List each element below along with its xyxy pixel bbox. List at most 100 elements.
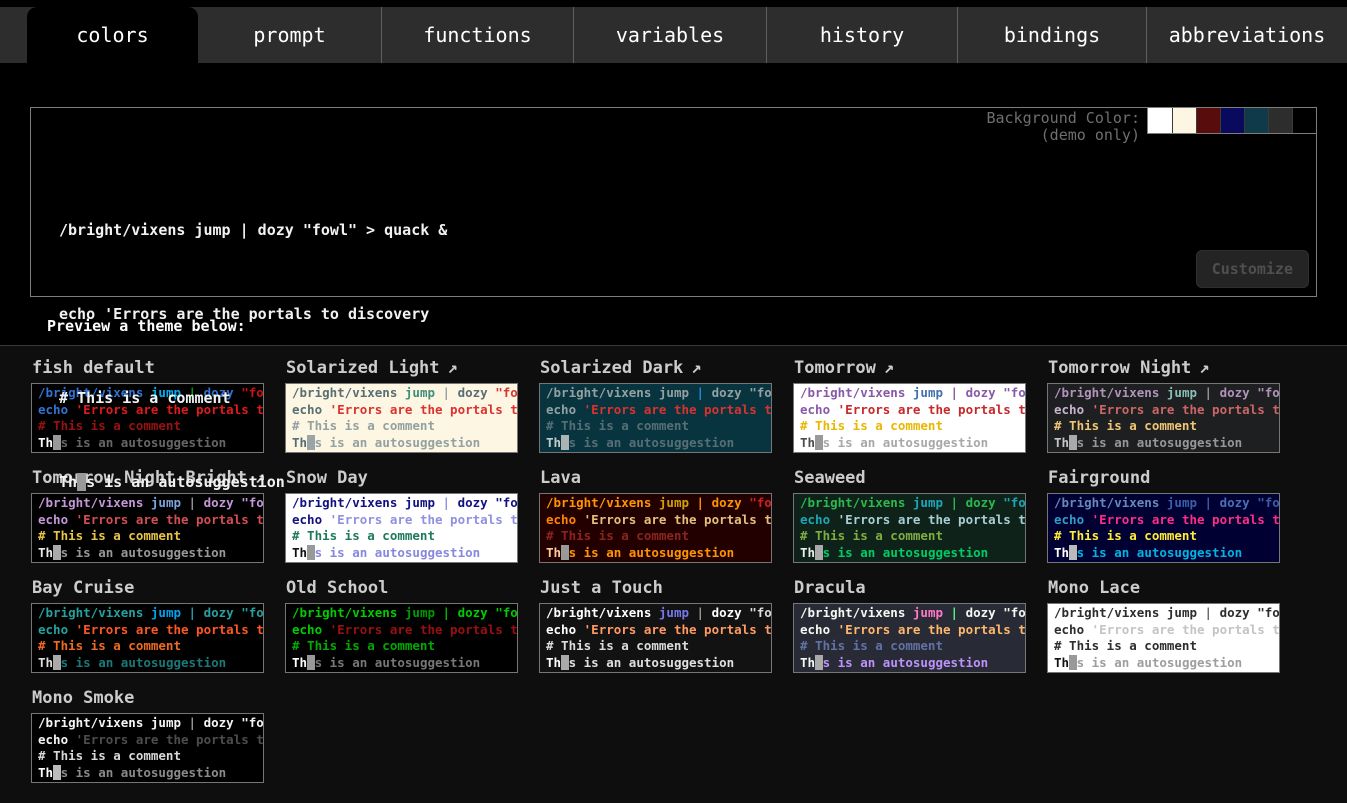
color-swatch-white[interactable] (1148, 108, 1172, 133)
sample-line-command: /bright/vixens jump | dozy "fowl" > quac… (800, 495, 1019, 512)
sample-line-quote: echo 'Errors are the portals to discover… (800, 402, 1019, 419)
theme-card-seaweed[interactable]: Seaweed/bright/vixens jump | dozy "fowl"… (793, 466, 1026, 563)
sample-line-autosuggestion: This is an autosuggestion (1054, 655, 1273, 672)
code-token: Th (546, 655, 561, 670)
theme-sample-box[interactable]: /bright/vixens jump | dozy "fowl" > quac… (539, 603, 772, 673)
code-token: "fowl" > quack & (234, 605, 264, 620)
code-token: /bright/vixens (292, 605, 405, 620)
code-token: echo (546, 622, 584, 637)
cursor-block: i (53, 765, 61, 780)
sample-line-autosuggestion: This is an autosuggestion (546, 435, 765, 452)
code-token: # This is a comment (1054, 418, 1197, 433)
sample-line-quote: echo 'Errors are the portals to discover… (1054, 622, 1273, 639)
code-token: Th (38, 545, 53, 560)
tab-prompt[interactable]: prompt (198, 7, 381, 63)
theme-sample-box[interactable]: /bright/vixens jump | dozy "fowl" > quac… (539, 383, 772, 453)
theme-card-lava[interactable]: Lava/bright/vixens jump | dozy "fowl" > … (539, 466, 772, 563)
theme-title: Seaweed (794, 468, 1026, 488)
theme-card-fairground[interactable]: Fairground/bright/vixens jump | dozy "fo… (1047, 466, 1280, 563)
code-token: echo (800, 402, 838, 417)
code-token: | (435, 605, 458, 620)
theme-sample-box[interactable]: /bright/vixens jump | dozy "fowl" > quac… (285, 603, 518, 673)
code-token: 'Errors are the portals to discovery (76, 732, 264, 747)
code-token: echo (800, 512, 838, 527)
cursor-block: i (77, 473, 86, 491)
code-token: s is an autosuggestion (823, 545, 989, 560)
theme-card-bay-cruise[interactable]: Bay Cruise/bright/vixens jump | dozy "fo… (31, 576, 264, 673)
code-token: jump (1167, 495, 1197, 510)
theme-title: Dracula (794, 578, 1026, 598)
theme-sample-box[interactable]: /bright/vixens jump | dozy "fowl" > quac… (793, 493, 1026, 563)
code-token: jump (659, 495, 689, 510)
theme-sample-box[interactable]: /bright/vixens jump | dozy "fowl" > quac… (1047, 383, 1280, 453)
code-token: dozy (1220, 605, 1250, 620)
tab-bindings[interactable]: bindings (957, 7, 1146, 63)
external-link-icon[interactable]: ↗ (691, 358, 701, 378)
theme-card-dracula[interactable]: Dracula/bright/vixens jump | dozy "fowl"… (793, 576, 1026, 673)
sample-line-quote: echo 'Errors are the portals to discover… (546, 622, 765, 639)
code-token: "fowl" > quack & (488, 605, 518, 620)
code-token: | (689, 605, 712, 620)
color-swatch-charcoal[interactable] (1268, 108, 1292, 133)
sample-line-autosuggestion: This is an autosuggestion (546, 545, 765, 562)
theme-card-just-a-touch[interactable]: Just a Touch/bright/vixens jump | dozy "… (539, 576, 772, 673)
theme-title: Bay Cruise (32, 578, 264, 598)
theme-card-old-school[interactable]: Old School/bright/vixens jump | dozy "fo… (285, 576, 518, 673)
code-token: Th (1054, 655, 1069, 670)
theme-sample-box[interactable]: /bright/vixens jump | dozy "fowl" > quac… (539, 493, 772, 563)
color-swatch-navy[interactable] (1220, 108, 1244, 133)
code-token: Th (546, 435, 561, 450)
demo-line-autosuggestion: This is an autosuggestion (59, 468, 447, 496)
tab-abbreviations[interactable]: abbreviations (1146, 7, 1347, 63)
theme-card-mono-smoke[interactable]: Mono Smoke/bright/vixens jump | dozy "fo… (31, 686, 264, 783)
code-token: | (943, 605, 966, 620)
sample-line-comment: # This is a comment (1054, 638, 1273, 655)
theme-card-solarized-dark[interactable]: Solarized Dark↗/bright/vixens jump | doz… (539, 356, 772, 453)
code-token: /bright/vixens (38, 605, 151, 620)
color-swatch-dark-teal[interactable] (1244, 108, 1268, 133)
code-token: s is an autosuggestion (569, 545, 735, 560)
tab-variables[interactable]: variables (573, 7, 766, 63)
external-link-icon[interactable]: ↗ (884, 358, 894, 378)
code-token: 'Errors are the portals to discovery (838, 402, 1026, 417)
tab-colors[interactable]: colors (27, 7, 198, 63)
sample-line-comment: # This is a comment (546, 418, 765, 435)
customize-button[interactable]: Customize (1196, 250, 1309, 288)
color-swatch-cream[interactable] (1172, 108, 1196, 133)
code-token: echo (38, 622, 76, 637)
background-color-label-line1: Background Color: (986, 110, 1140, 127)
code-token: dozy (712, 495, 742, 510)
theme-sample-box[interactable]: /bright/vixens jump | dozy "fowl" > quac… (1047, 493, 1280, 563)
theme-sample-box[interactable]: /bright/vixens jump | dozy "fowl" > quac… (31, 603, 264, 673)
color-swatch-dark-red[interactable] (1196, 108, 1220, 133)
code-token: /bright/vixens (1054, 385, 1167, 400)
tab-functions[interactable]: functions (381, 7, 573, 63)
theme-sample-box[interactable]: /bright/vixens jump | dozy "fowl" > quac… (31, 713, 264, 783)
sample-line-autosuggestion: This is an autosuggestion (38, 655, 257, 672)
code-token: s is an autosuggestion (569, 655, 735, 670)
code-token: s is an autosuggestion (61, 655, 227, 670)
external-link-icon[interactable]: ↗ (1199, 358, 1209, 378)
theme-card-mono-lace[interactable]: Mono Lace/bright/vixens jump | dozy "fow… (1047, 576, 1280, 673)
theme-sample-box[interactable]: /bright/vixens jump | dozy "fowl" > quac… (1047, 603, 1280, 673)
cursor-block: i (1069, 545, 1077, 560)
theme-sample-box[interactable]: /bright/vixens jump | dozy "fowl" > quac… (793, 603, 1026, 673)
code-token: # This is a comment (546, 638, 689, 653)
tab-history[interactable]: history (766, 7, 957, 63)
code-token: # This is a comment (38, 638, 181, 653)
code-token: dozy (1220, 495, 1250, 510)
theme-title: Mono Lace (1048, 578, 1280, 598)
code-token: Th (1054, 545, 1069, 560)
sample-line-command: /bright/vixens jump | dozy "fowl" > quac… (546, 605, 765, 622)
external-link-icon[interactable]: ↗ (448, 358, 458, 378)
theme-card-tomorrow[interactable]: Tomorrow↗/bright/vixens jump | dozy "fow… (793, 356, 1026, 453)
sample-line-quote: echo 'Errors are the portals to discover… (800, 622, 1019, 639)
color-swatch-black[interactable] (1292, 108, 1316, 133)
theme-sample-box[interactable]: /bright/vixens jump | dozy "fowl" > quac… (793, 383, 1026, 453)
code-token: jump (659, 385, 689, 400)
sample-line-autosuggestion: This is an autosuggestion (800, 655, 1019, 672)
code-token: echo (1054, 622, 1092, 637)
theme-card-tomorrow-night[interactable]: Tomorrow Night↗/bright/vixens jump | doz… (1047, 356, 1280, 453)
sample-line-autosuggestion: This is an autosuggestion (292, 655, 511, 672)
sample-line-comment: # This is a comment (1054, 528, 1273, 545)
